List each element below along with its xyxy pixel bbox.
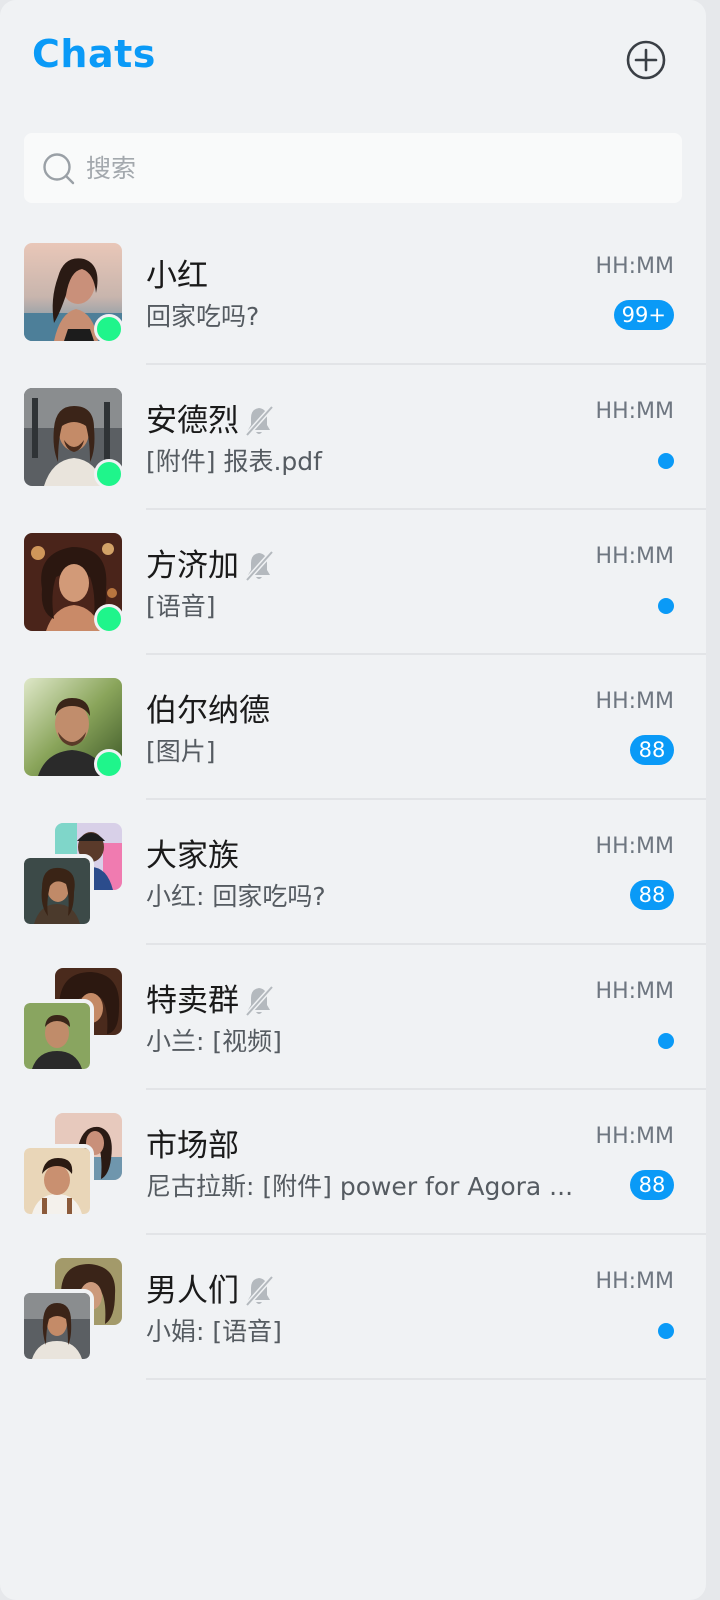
timestamp: HH:MM — [595, 689, 674, 714]
unread-dot — [658, 1323, 674, 1339]
search-icon — [43, 153, 75, 185]
bell-off-icon — [245, 550, 274, 582]
group-avatar-front — [20, 999, 94, 1073]
conversation-name: 特卖群 — [146, 981, 277, 1021]
page-title: Chats — [32, 32, 156, 76]
conversation-name: 大家族 — [146, 838, 239, 874]
last-message-preview: 小兰: [视频] — [146, 1027, 282, 1056]
online-indicator — [94, 604, 124, 634]
last-message-preview: [语音] — [146, 592, 216, 621]
timestamp: HH:MM — [595, 399, 674, 424]
unread-badge: 88 — [630, 880, 674, 910]
timestamp: HH:MM — [595, 1269, 674, 1294]
timestamp: HH:MM — [595, 254, 674, 279]
header: Chats — [0, 0, 706, 110]
conversation-list: 小红 回家吃吗? HH:MM 99+ 安德烈 [附件] 报表.pdf HH:MM… — [0, 220, 706, 1380]
row-divider — [146, 1378, 706, 1380]
bell-off-icon — [245, 985, 274, 1017]
add-chat-button[interactable] — [624, 38, 668, 82]
last-message-preview: [附件] 报表.pdf — [146, 447, 322, 476]
unread-badge: 88 — [630, 735, 674, 765]
online-indicator — [94, 314, 124, 344]
timestamp: HH:MM — [595, 834, 674, 859]
bell-off-icon — [245, 1275, 274, 1307]
unread-dot — [658, 1033, 674, 1049]
group-avatar-front — [20, 854, 94, 928]
conversation-name: 男人们 — [146, 1271, 277, 1311]
conversation-name: 伯尔纳德 — [146, 693, 270, 729]
search-input[interactable] — [86, 133, 666, 203]
conversation-row[interactable]: 方济加 [语音] HH:MM — [0, 510, 706, 655]
conversation-row[interactable]: 市场部 尼古拉斯: [附件] power for Agora ... HH:MM… — [0, 1090, 706, 1235]
conversation-row[interactable]: 大家族 小红: 回家吃吗? HH:MM 88 — [0, 800, 706, 945]
online-indicator — [94, 749, 124, 779]
last-message-preview: 小红: 回家吃吗? — [146, 882, 326, 911]
conversation-row[interactable]: 安德烈 [附件] 报表.pdf HH:MM — [0, 365, 706, 510]
search-bar[interactable] — [24, 133, 682, 203]
last-message-preview: [图片] — [146, 737, 216, 766]
conversation-row[interactable]: 小红 回家吃吗? HH:MM 99+ — [0, 220, 706, 365]
conversation-row[interactable]: 男人们 小娟: [语音] HH:MM — [0, 1235, 706, 1380]
chat-list-panel: Chats 搜索 小红 回家吃吗? HH:MM 99+ 安德烈 [附件] 报表.… — [0, 0, 706, 1600]
group-avatar-front — [20, 1289, 94, 1363]
last-message-preview: 回家吃吗? — [146, 302, 260, 331]
conversation-name: 小红 — [146, 258, 208, 294]
timestamp: HH:MM — [595, 544, 674, 569]
online-indicator — [94, 459, 124, 489]
conversation-row[interactable]: 特卖群 小兰: [视频] HH:MM — [0, 945, 706, 1090]
conversation-name: 方济加 — [146, 546, 277, 586]
conversation-row[interactable]: 伯尔纳德 [图片] HH:MM 88 — [0, 655, 706, 800]
timestamp: HH:MM — [595, 1124, 674, 1149]
plus-circle-icon — [626, 40, 666, 80]
conversation-name: 安德烈 — [146, 401, 277, 441]
last-message-preview: 小娟: [语音] — [146, 1317, 282, 1346]
unread-dot — [658, 598, 674, 614]
unread-badge: 99+ — [613, 300, 674, 330]
unread-badge: 88 — [630, 1170, 674, 1200]
last-message-preview: 尼古拉斯: [附件] power for Agora ... — [146, 1172, 574, 1201]
conversation-name: 市场部 — [146, 1128, 239, 1164]
unread-dot — [658, 453, 674, 469]
timestamp: HH:MM — [595, 979, 674, 1004]
group-avatar-front — [20, 1144, 94, 1218]
bell-off-icon — [245, 405, 274, 437]
